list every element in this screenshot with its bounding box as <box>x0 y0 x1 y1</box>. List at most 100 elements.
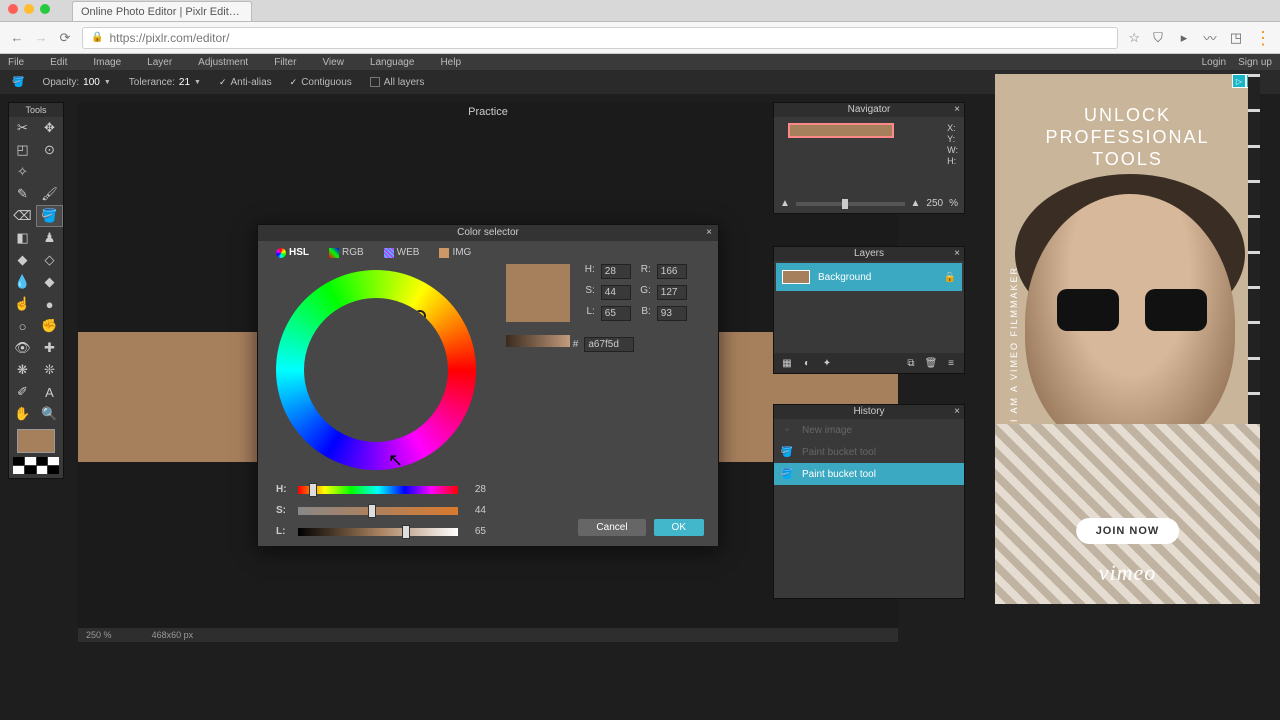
history-item[interactable]: ▫New image <box>774 419 964 441</box>
contiguous-checkbox[interactable]: ✓ <box>290 77 298 88</box>
signup-link[interactable]: Sign up <box>1238 57 1272 68</box>
sl-marker[interactable] <box>376 376 386 386</box>
tab-web[interactable]: WEB <box>384 247 420 258</box>
opacity-value[interactable]: 100 <box>83 77 100 88</box>
tab-hsl[interactable]: HSL <box>276 247 309 258</box>
eyedropper-tool[interactable]: ✐ <box>9 381 36 403</box>
menu-help[interactable]: Help <box>440 57 461 68</box>
close-window[interactable] <box>8 4 18 14</box>
ext-icon-3[interactable]: 〰 <box>1202 28 1218 47</box>
forward-button[interactable]: → <box>34 30 48 45</box>
bloat-tool[interactable]: ❋ <box>9 359 36 381</box>
chrome-menu[interactable]: ⋮ <box>1254 29 1270 47</box>
s-input[interactable]: 44 <box>601 285 631 300</box>
layer-fx-icon[interactable]: ✦ <box>820 358 834 369</box>
cancel-button[interactable]: Cancel <box>578 519 645 536</box>
tab-rgb[interactable]: RGB <box>329 247 364 258</box>
canvas-left[interactable] <box>78 332 258 462</box>
zoom-out-icon[interactable]: ▲ <box>780 198 790 209</box>
zoom-in-icon[interactable]: ▲ <box>911 198 921 209</box>
minimize-window[interactable] <box>24 4 34 14</box>
menu-edit[interactable]: Edit <box>50 57 67 68</box>
move-tool[interactable]: ✥ <box>36 117 63 139</box>
zoom-slider[interactable] <box>796 202 905 206</box>
lasso-tool[interactable]: ⊙ <box>36 139 63 161</box>
sl-diamond[interactable] <box>311 311 441 441</box>
blur-tool[interactable]: 💧 <box>9 271 36 293</box>
navigator-close[interactable]: × <box>954 103 960 117</box>
l-input[interactable]: 65 <box>601 306 631 321</box>
sidebar-ad[interactable]: ▷× UNLOCKPROFESSIONALTOOLS I AM A VIMEO … <box>995 74 1260 604</box>
ad-cta-button[interactable]: JOIN NOW <box>1076 518 1180 544</box>
browser-tab[interactable]: Online Photo Editor | Pixlr Edit… <box>72 1 252 21</box>
menu-image[interactable]: Image <box>93 57 121 68</box>
login-link[interactable]: Login <box>1202 57 1226 68</box>
ext-icon-1[interactable]: ⛉ <box>1150 30 1166 46</box>
type-tool[interactable]: A <box>36 381 63 403</box>
b-input[interactable]: 93 <box>657 306 687 321</box>
l-slider[interactable] <box>298 528 458 536</box>
hue-wheel[interactable]: ↖ <box>276 270 476 470</box>
spot-heal-tool[interactable]: ✚ <box>36 337 63 359</box>
tab-img[interactable]: IMG <box>439 247 471 258</box>
wand-tool[interactable]: ✧ <box>9 161 36 183</box>
ok-button[interactable]: OK <box>654 519 704 536</box>
history-item[interactable]: 🪣Paint bucket tool <box>774 463 964 485</box>
layers-close[interactable]: × <box>954 247 960 261</box>
ext-icon-4[interactable]: ◳ <box>1228 30 1244 46</box>
star-icon[interactable]: ☆ <box>1128 30 1140 46</box>
marquee-tool[interactable]: ◰ <box>9 139 36 161</box>
reload-button[interactable]: ⟳ <box>58 30 72 46</box>
new-layer-icon[interactable]: ▦ <box>780 358 794 369</box>
delete-layer-icon[interactable]: 🗑 <box>924 358 938 369</box>
menu-language[interactable]: Language <box>370 57 415 68</box>
clone-tool[interactable]: ♟ <box>36 227 63 249</box>
smudge-tool[interactable]: ☝ <box>9 293 36 315</box>
brush-tool[interactable]: 🖌 <box>36 183 63 205</box>
foreground-color-swatch[interactable] <box>17 429 55 453</box>
dodge-tool[interactable]: ○ <box>9 315 36 337</box>
g-input[interactable]: 127 <box>657 285 687 300</box>
all-layers-checkbox[interactable] <box>370 77 380 87</box>
pencil-tool[interactable]: ✎ <box>9 183 36 205</box>
menu-view[interactable]: View <box>322 57 344 68</box>
history-item[interactable]: 🪣Paint bucket tool <box>774 441 964 463</box>
navigator-thumbnail[interactable] <box>788 123 894 138</box>
layer-lock-icon[interactable]: 🔒 <box>944 272 956 283</box>
menu-file[interactable]: File <box>8 57 24 68</box>
hex-input[interactable]: a67f5d <box>584 337 634 352</box>
zoom-tool[interactable]: 🔍 <box>36 403 63 425</box>
ad-info-icon[interactable]: ▷ <box>1232 74 1246 88</box>
history-close[interactable]: × <box>954 405 960 419</box>
hue-marker[interactable] <box>414 310 426 322</box>
sponge-tool[interactable]: ● <box>36 293 63 315</box>
paint-bucket-tool[interactable]: 🪣 <box>36 205 63 227</box>
r-input[interactable]: 166 <box>657 264 687 279</box>
replace-color-tool[interactable]: ◆ <box>9 249 36 271</box>
layer-menu-icon[interactable]: ≡ <box>944 358 958 369</box>
antialias-checkbox[interactable]: ✓ <box>219 77 227 88</box>
eraser-tool[interactable]: ⌫ <box>9 205 36 227</box>
sharpen-tool[interactable]: ◆ <box>36 271 63 293</box>
burn-tool[interactable]: ✊ <box>36 315 63 337</box>
ext-icon-2[interactable]: ▸ <box>1176 30 1192 46</box>
h-input[interactable]: 28 <box>601 264 631 279</box>
drawing-tool[interactable]: ◇ <box>36 249 63 271</box>
back-button[interactable]: ← <box>10 30 24 45</box>
tolerance-value[interactable]: 21 <box>179 77 190 88</box>
maximize-window[interactable] <box>40 4 50 14</box>
new-mask-icon[interactable]: ◐ <box>800 358 814 369</box>
address-bar[interactable]: 🔒 https://pixlr.com/editor/ <box>82 27 1118 49</box>
duplicate-layer-icon[interactable]: ⧉ <box>904 358 918 369</box>
tolerance-dropdown[interactable]: ▼ <box>194 79 201 86</box>
s-slider[interactable] <box>298 507 458 515</box>
crop-tool[interactable]: ✂ <box>9 117 36 139</box>
pinch-tool[interactable]: ❊ <box>36 359 63 381</box>
palette-swatches[interactable] <box>9 457 63 478</box>
hand-tool[interactable]: ✋ <box>9 403 36 425</box>
redeye-tool[interactable]: 👁 <box>9 337 36 359</box>
layer-name[interactable]: Background <box>818 272 871 283</box>
opacity-dropdown[interactable]: ▼ <box>104 79 111 86</box>
menu-adjustment[interactable]: Adjustment <box>198 57 248 68</box>
layer-item[interactable]: Background 🔒 <box>776 263 962 291</box>
